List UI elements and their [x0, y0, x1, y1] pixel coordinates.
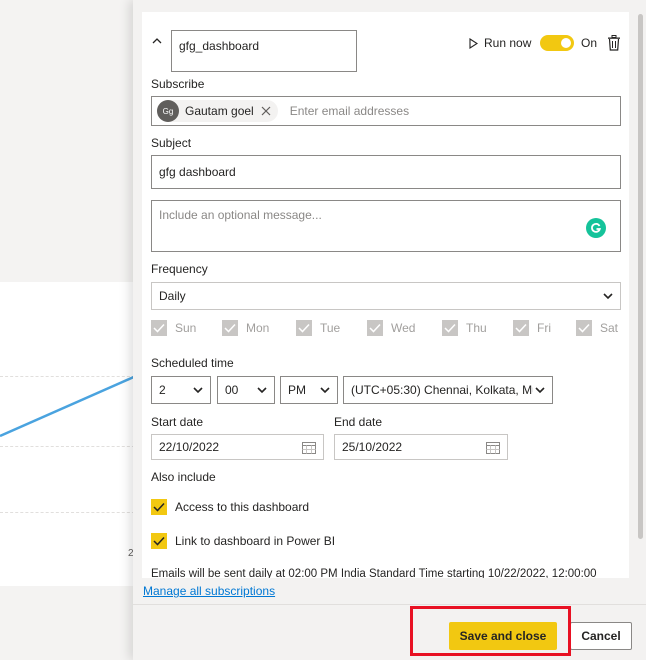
frequency-value: Daily — [159, 289, 186, 303]
subject-field[interactable]: gfg dashboard — [151, 155, 621, 189]
minute-value: 00 — [225, 383, 239, 397]
manage-subscriptions-link[interactable]: Manage all subscriptions — [143, 584, 275, 598]
subscription-name-field[interactable]: gfg_dashboard — [171, 30, 357, 72]
line-chart — [0, 374, 137, 438]
weekday-checkboxes: Sun Mon Tue Wed Thu Fri Sat — [151, 320, 629, 338]
checkbox-disabled — [367, 320, 383, 336]
day-tue: Tue — [296, 320, 340, 336]
checkbox-disabled — [442, 320, 458, 336]
highlight-annotation — [410, 606, 571, 656]
timezone-value: (UTC+05:30) Chennai, Kolkata, Mu — [351, 383, 533, 397]
link-checkbox[interactable] — [151, 533, 167, 549]
email-placeholder: Enter email addresses — [289, 104, 410, 118]
recipient-chip: Gg Gautam goel — [157, 100, 278, 122]
checkbox-disabled — [222, 320, 238, 336]
day-sun: Sun — [151, 320, 196, 336]
end-date-value: 25/10/2022 — [342, 440, 403, 454]
include-access-option: Access to this dashboard — [151, 499, 309, 515]
subscription-card: gfg_dashboard Run now On Subscribe Gg Ga… — [142, 12, 629, 578]
chart-gridline — [0, 512, 140, 513]
checkbox-disabled — [513, 320, 529, 336]
checkbox-disabled — [296, 320, 312, 336]
message-placeholder: Include an optional message... — [159, 208, 322, 222]
ampm-select[interactable]: PM — [280, 376, 338, 404]
day-thu: Thu — [442, 320, 487, 336]
end-date-label: End date — [334, 415, 383, 429]
day-sat: Sat — [576, 320, 618, 336]
day-label: Fri — [537, 321, 551, 335]
remove-recipient-icon[interactable] — [260, 105, 272, 117]
hour-select[interactable]: 2 — [151, 376, 211, 404]
calendar-icon[interactable] — [486, 441, 500, 454]
toggle-label: On — [581, 36, 598, 50]
schedule-summary: Emails will be sent daily at 02:00 PM In… — [151, 568, 597, 578]
chevron-down-icon — [257, 387, 267, 394]
run-now-button[interactable]: Run now — [469, 36, 531, 50]
scrollbar-thumb[interactable] — [638, 14, 643, 539]
day-label: Sun — [175, 321, 197, 335]
day-label: Thu — [466, 321, 487, 335]
subscription-toggle[interactable] — [540, 35, 574, 51]
chevron-down-icon — [535, 387, 545, 394]
minute-select[interactable]: 00 — [217, 376, 275, 404]
day-label: Tue — [320, 321, 341, 335]
day-wed: Wed — [367, 320, 415, 336]
checkbox-disabled — [151, 320, 167, 336]
include-access-label: Access to this dashboard — [175, 500, 310, 514]
play-icon — [469, 37, 478, 49]
avatar: Gg — [157, 100, 179, 122]
collapse-chevron-icon[interactable] — [152, 36, 162, 46]
frequency-select[interactable]: Daily — [151, 282, 621, 310]
scheduled-time-label: Scheduled time — [151, 356, 234, 370]
timezone-select[interactable]: (UTC+05:30) Chennai, Kolkata, Mu — [343, 376, 553, 404]
subscribe-label: Subscribe — [151, 77, 205, 91]
start-date-field[interactable]: 22/10/2022 — [151, 434, 324, 460]
include-link-option: Link to dashboard in Power BI — [151, 533, 335, 549]
day-fri: Fri — [513, 320, 551, 336]
include-link-label: Link to dashboard in Power BI — [175, 534, 336, 548]
footer-divider — [133, 604, 646, 605]
recipient-name: Gautam goel — [185, 104, 254, 118]
chevron-down-icon — [193, 387, 203, 394]
message-field[interactable]: Include an optional message... — [151, 200, 621, 252]
access-checkbox[interactable] — [151, 499, 167, 515]
checkbox-disabled — [576, 320, 592, 336]
day-label: Wed — [391, 321, 416, 335]
end-date-field[interactable]: 25/10/2022 — [334, 434, 508, 460]
cancel-button[interactable]: Cancel — [570, 622, 632, 650]
chart-line — [0, 374, 137, 438]
run-now-label: Run now — [484, 36, 532, 50]
ampm-value: PM — [288, 383, 306, 397]
subject-label: Subject — [151, 136, 192, 150]
hour-value: 2 — [159, 383, 166, 397]
chevron-down-icon — [320, 387, 330, 394]
start-date-label: Start date — [151, 415, 204, 429]
day-label: Sat — [600, 321, 619, 335]
day-mon: Mon — [222, 320, 269, 336]
subscription-pane: gfg_dashboard Run now On Subscribe Gg Ga… — [133, 0, 646, 660]
calendar-icon[interactable] — [302, 441, 316, 454]
also-include-label: Also include — [151, 470, 216, 484]
frequency-label: Frequency — [151, 262, 208, 276]
start-date-value: 22/10/2022 — [159, 440, 220, 454]
toggle-knob — [561, 38, 571, 48]
chevron-down-icon — [603, 293, 613, 300]
day-label: Mon — [246, 321, 270, 335]
grammarly-icon[interactable] — [586, 218, 606, 238]
recipients-field[interactable]: Gg Gautam goel Enter email addresses — [151, 96, 621, 126]
trash-icon[interactable] — [607, 35, 621, 51]
